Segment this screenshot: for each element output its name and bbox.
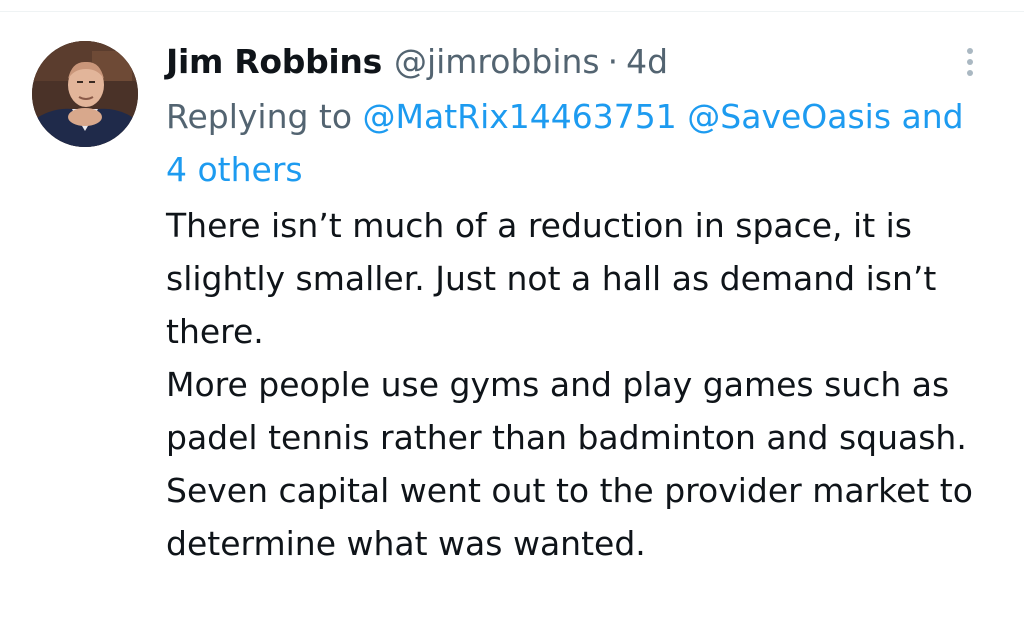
tweet-paragraph: More people use gyms and play games such… (166, 365, 967, 457)
avatar[interactable] (32, 41, 138, 147)
avatar-photo-icon (32, 41, 138, 147)
tweet-paragraph: Seven capital went out to the provider m… (166, 471, 973, 563)
tweet-paragraph: There isn’t much of a reduction in space… (166, 206, 937, 351)
tweet-header: Jim Robbins @jimrobbins · 4d (166, 36, 668, 86)
separator-dot: · (607, 41, 619, 81)
more-options-button[interactable] (952, 42, 988, 82)
mention-link[interactable]: @SaveOasis (687, 97, 891, 136)
divider (0, 11, 1024, 12)
author-handle[interactable]: @jimrobbins (394, 42, 600, 81)
author-display-name[interactable]: Jim Robbins (166, 42, 382, 81)
more-vertical-icon-dot (967, 70, 973, 76)
replying-to-label: Replying to (166, 97, 353, 136)
replying-to: Replying to @MatRix14463751 @SaveOasis a… (166, 90, 986, 196)
more-vertical-icon (967, 48, 973, 54)
more-vertical-icon-dot (967, 59, 973, 65)
mention-link[interactable]: @MatRix14463751 (363, 97, 677, 136)
tweet[interactable]: Jim Robbins @jimrobbins · 4d Replying to… (0, 0, 1024, 635)
tweet-text: There isn’t much of a reduction in space… (166, 199, 986, 570)
timestamp[interactable]: 4d (626, 42, 668, 81)
